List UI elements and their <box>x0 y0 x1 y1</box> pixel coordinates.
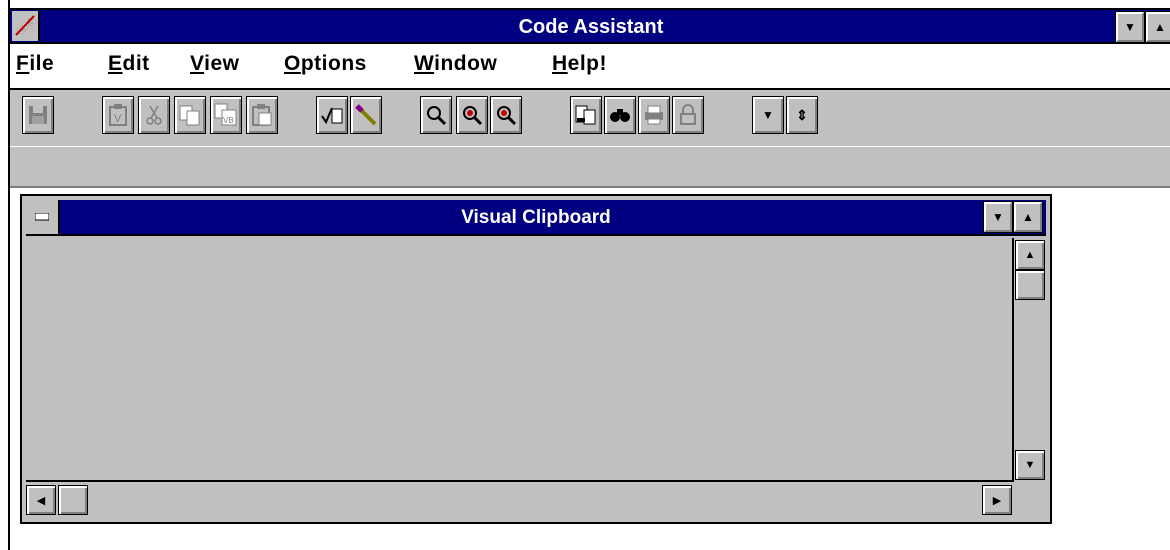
secondary-bar <box>10 146 1170 188</box>
zoom-icon <box>427 106 447 126</box>
menu-view[interactable]: View <box>190 52 240 76</box>
main-window: CPS Code Assistant ▼ ▲ File Edit View Op… <box>8 0 1170 550</box>
check-document-button[interactable] <box>316 96 348 134</box>
pen-button[interactable] <box>350 96 382 134</box>
check-document-icon <box>321 107 343 125</box>
svg-text:VB: VB <box>223 116 234 125</box>
horizontal-scroll-thumb[interactable] <box>58 485 88 515</box>
cut-button[interactable] <box>138 96 170 134</box>
paste-icon <box>252 104 272 126</box>
child-window-title: Visual Clipboard <box>461 207 611 228</box>
menu-bar: File Edit View Options Window Help! <box>10 44 1170 90</box>
minimize-button[interactable]: ▼ <box>1115 11 1145 43</box>
svg-text:V: V <box>114 113 122 125</box>
pen-icon <box>355 104 377 126</box>
copy-vb-icon: VB <box>214 103 237 126</box>
clipboard-v-button[interactable]: V <box>102 96 134 134</box>
window-title: Code Assistant <box>518 16 664 38</box>
menu-help[interactable]: Help! <box>552 52 607 76</box>
menu-file[interactable]: File <box>16 52 54 76</box>
toolbar: V VB ▼ ⇕ <box>10 90 1170 147</box>
up-down-arrow-icon: ⇕ <box>796 106 808 123</box>
maximize-button[interactable]: ▲ <box>1145 11 1170 43</box>
arrow-up-icon: ▲ <box>1024 249 1036 261</box>
lock-icon <box>680 104 696 125</box>
cut-icon <box>146 105 162 125</box>
find-button[interactable] <box>604 96 636 134</box>
scroll-right-button[interactable]: ▶ <box>982 485 1012 515</box>
scroll-down-button[interactable]: ▼ <box>1015 450 1045 480</box>
menu-options[interactable]: Options <box>284 52 367 76</box>
document-transfer-icon <box>575 105 596 125</box>
dropdown-button[interactable]: ▼ <box>752 96 784 134</box>
clipboard-content-area[interactable] <box>26 238 1014 482</box>
lock-button[interactable] <box>672 96 704 134</box>
down-arrow-icon: ▼ <box>992 210 1004 224</box>
paste-button[interactable] <box>246 96 278 134</box>
down-arrow-icon: ▼ <box>1124 20 1136 34</box>
print-button[interactable] <box>638 96 670 134</box>
zoom-out-icon <box>463 106 483 126</box>
find-icon <box>610 109 630 122</box>
print-icon <box>645 105 663 125</box>
clipboard-v-icon: V <box>109 104 127 126</box>
zoom-button[interactable] <box>420 96 452 134</box>
menu-window[interactable]: Window <box>414 52 497 76</box>
child-title-bar[interactable]: Visual Clipboard ▼ ▲ <box>26 200 1046 236</box>
child-maximize-button[interactable]: ▲ <box>1013 201 1043 233</box>
arrow-down-icon: ▼ <box>1024 459 1036 471</box>
vertical-scrollbar[interactable]: ▲ ▼ <box>1014 238 1046 482</box>
arrow-left-icon: ◀ <box>36 494 46 507</box>
up-down-button[interactable]: ⇕ <box>786 96 818 134</box>
arrow-right-icon: ▶ <box>992 494 1002 507</box>
save-icon <box>29 106 47 124</box>
scroll-left-button[interactable]: ◀ <box>26 485 56 515</box>
zoom-out-button[interactable] <box>456 96 488 134</box>
zoom-in-button[interactable] <box>490 96 522 134</box>
menu-edit[interactable]: Edit <box>108 52 150 76</box>
copy-button[interactable] <box>174 96 206 134</box>
title-bar[interactable]: CPS Code Assistant ▼ ▲ <box>10 8 1170 44</box>
dropdown-arrow-icon: ▼ <box>762 108 774 122</box>
document-transfer-button[interactable] <box>570 96 602 134</box>
scrollbar-corner <box>1014 484 1046 516</box>
visual-clipboard-window: Visual Clipboard ▼ ▲ ▲ ▼ ◀ ▶ <box>20 194 1052 524</box>
up-arrow-icon: ▲ <box>1154 20 1166 34</box>
save-button[interactable] <box>22 96 54 134</box>
vertical-scroll-thumb[interactable] <box>1015 270 1045 300</box>
horizontal-scrollbar[interactable]: ◀ ▶ <box>26 484 1014 516</box>
copy-vb-button[interactable]: VB <box>210 96 242 134</box>
scroll-up-button[interactable]: ▲ <box>1015 240 1045 270</box>
up-arrow-icon: ▲ <box>1022 210 1034 224</box>
child-minimize-button[interactable]: ▼ <box>983 201 1013 233</box>
copy-icon <box>179 105 200 126</box>
zoom-in-icon <box>497 106 517 126</box>
